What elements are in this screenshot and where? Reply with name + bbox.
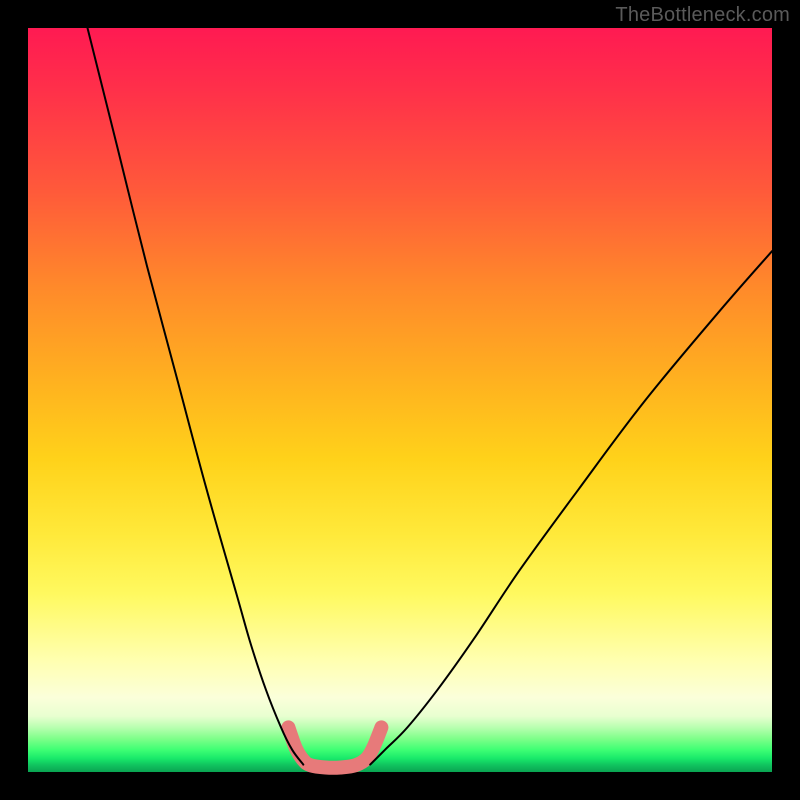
chart-svg xyxy=(28,28,772,772)
plot-area xyxy=(28,28,772,772)
right-curve-path xyxy=(370,251,772,764)
trough-marker-path xyxy=(288,727,381,767)
left-curve-path xyxy=(88,28,304,765)
watermark-text: TheBottleneck.com xyxy=(615,4,790,27)
chart-frame: TheBottleneck.com xyxy=(0,0,800,800)
